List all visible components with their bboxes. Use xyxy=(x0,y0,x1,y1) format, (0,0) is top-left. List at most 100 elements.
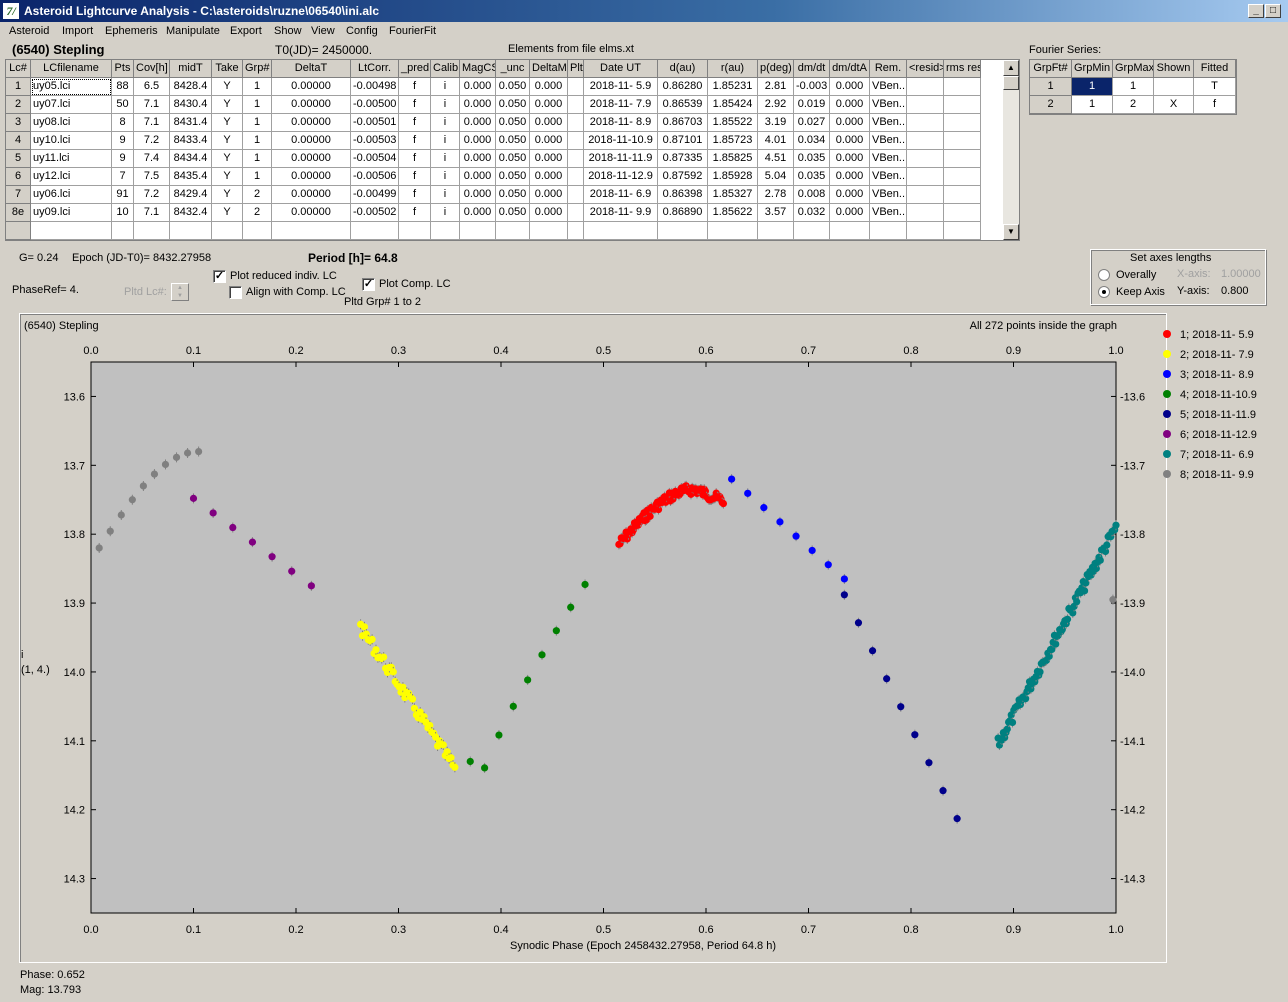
data-point xyxy=(1008,718,1017,727)
x-tick-label-bottom: 0.6 xyxy=(698,924,713,936)
data-point xyxy=(1003,725,1011,733)
data-point xyxy=(883,675,891,683)
data-point xyxy=(840,575,848,583)
y-tick-label-left: 13.7 xyxy=(64,460,85,472)
data-point xyxy=(372,646,380,654)
data-point xyxy=(195,447,203,456)
data-point xyxy=(567,603,575,611)
data-point xyxy=(1109,596,1117,604)
plot-area xyxy=(90,361,1117,914)
x-tick-label-top: 0.4 xyxy=(493,345,508,357)
y-tick-label-right: -13.6 xyxy=(1120,391,1145,403)
x-tick-label-bottom: 0.1 xyxy=(186,924,201,936)
legend-label: 2; 2018-11- 7.9 xyxy=(1180,349,1254,361)
y-tick-label-right: -14.2 xyxy=(1120,805,1145,817)
x-tick-label-bottom: 1.0 xyxy=(1108,924,1123,936)
legend-marker xyxy=(1163,330,1171,338)
x-axis-title: Synodic Phase (Epoch 2458432.27958, Peri… xyxy=(510,940,776,952)
data-point xyxy=(426,721,434,730)
phase-readout: Phase: 0.652 xyxy=(20,969,85,981)
y-tick-label-right: -13.7 xyxy=(1120,460,1145,472)
data-point xyxy=(139,482,147,490)
data-point xyxy=(953,815,961,823)
x-tick-label-top: 0.8 xyxy=(903,345,918,357)
data-point xyxy=(1101,547,1110,556)
data-point xyxy=(524,676,532,684)
data-point xyxy=(466,757,474,766)
data-point xyxy=(1096,556,1104,564)
x-tick-label-top: 0.3 xyxy=(391,345,406,357)
x-tick-label-bottom: 0.2 xyxy=(288,924,303,936)
x-tick-label-top: 1.0 xyxy=(1108,345,1123,357)
legend-label: 1; 2018-11- 5.9 xyxy=(1180,329,1254,341)
x-tick-label-bottom: 0.7 xyxy=(801,924,816,936)
data-point xyxy=(1080,587,1089,595)
legend-label: 4; 2018-11-10.9 xyxy=(1180,389,1257,401)
data-point xyxy=(1036,668,1044,676)
legend-label: 8; 2018-11- 9.9 xyxy=(1180,469,1254,481)
y-tick-label-right: -14.1 xyxy=(1120,736,1145,748)
data-point xyxy=(824,561,832,569)
data-point xyxy=(481,764,489,772)
x-tick-label-top: 0.0 xyxy=(83,345,98,357)
data-point xyxy=(776,518,784,526)
data-point xyxy=(744,489,752,497)
data-point xyxy=(1052,640,1060,648)
data-point xyxy=(183,449,192,457)
data-point xyxy=(408,695,417,703)
data-point xyxy=(117,511,125,519)
y-tick-label-right: -13.9 xyxy=(1120,598,1145,610)
data-point xyxy=(646,512,654,520)
legend-label: 6; 2018-11-12.9 xyxy=(1180,429,1257,441)
data-point xyxy=(439,741,447,749)
legend-marker xyxy=(1163,390,1171,398)
graph-title: (6540) Stepling xyxy=(24,320,99,332)
y-tick-label-left: 14.2 xyxy=(64,805,85,817)
legend-label: 3; 2018-11- 8.9 xyxy=(1180,369,1254,381)
data-point xyxy=(209,509,217,517)
data-point xyxy=(1022,695,1030,703)
y-tick-label-left: 14.3 xyxy=(64,874,85,886)
data-point xyxy=(268,553,276,561)
data-point xyxy=(495,731,503,739)
x-tick-label-bottom: 0.9 xyxy=(1006,924,1021,936)
data-point xyxy=(1069,609,1077,617)
x-tick-label-bottom: 0.3 xyxy=(391,924,406,936)
graph-status: All 272 points inside the graph xyxy=(970,320,1117,332)
data-point xyxy=(1103,541,1111,549)
legend-marker xyxy=(1163,450,1171,458)
x-tick-label-bottom: 0.0 xyxy=(83,924,98,936)
legend-label: 5; 2018-11-11.9 xyxy=(1180,409,1256,421)
data-point xyxy=(654,506,663,514)
data-point xyxy=(368,635,376,643)
data-point xyxy=(854,619,863,627)
x-tick-label-top: 0.9 xyxy=(1006,345,1021,357)
data-point xyxy=(939,787,947,795)
data-point xyxy=(288,567,296,575)
data-point xyxy=(581,580,589,589)
legend-marker xyxy=(1163,430,1171,438)
data-point xyxy=(1112,521,1120,529)
data-point xyxy=(380,653,388,661)
data-point xyxy=(248,538,257,546)
data-point xyxy=(447,754,455,762)
data-point xyxy=(792,532,800,540)
data-point xyxy=(1073,598,1081,606)
data-point xyxy=(1092,564,1100,573)
data-point xyxy=(719,499,728,508)
data-point xyxy=(389,668,397,676)
x-tick-label-top: 0.2 xyxy=(288,345,303,357)
legend-marker xyxy=(1163,410,1171,418)
data-point xyxy=(150,470,159,478)
x-tick-label-top: 0.6 xyxy=(698,345,713,357)
y-tick-label-left: 13.6 xyxy=(64,391,85,403)
data-point xyxy=(128,496,136,504)
data-point xyxy=(229,523,237,532)
legend-marker xyxy=(1163,370,1171,378)
data-point xyxy=(760,504,768,512)
legend-marker xyxy=(1163,470,1171,478)
data-point xyxy=(189,494,198,502)
y-tick-label-left: 14.0 xyxy=(64,667,85,679)
data-point xyxy=(868,647,877,655)
lightcurve-chart[interactable]: (6540) Stepling All 272 points inside th… xyxy=(0,0,1288,1002)
